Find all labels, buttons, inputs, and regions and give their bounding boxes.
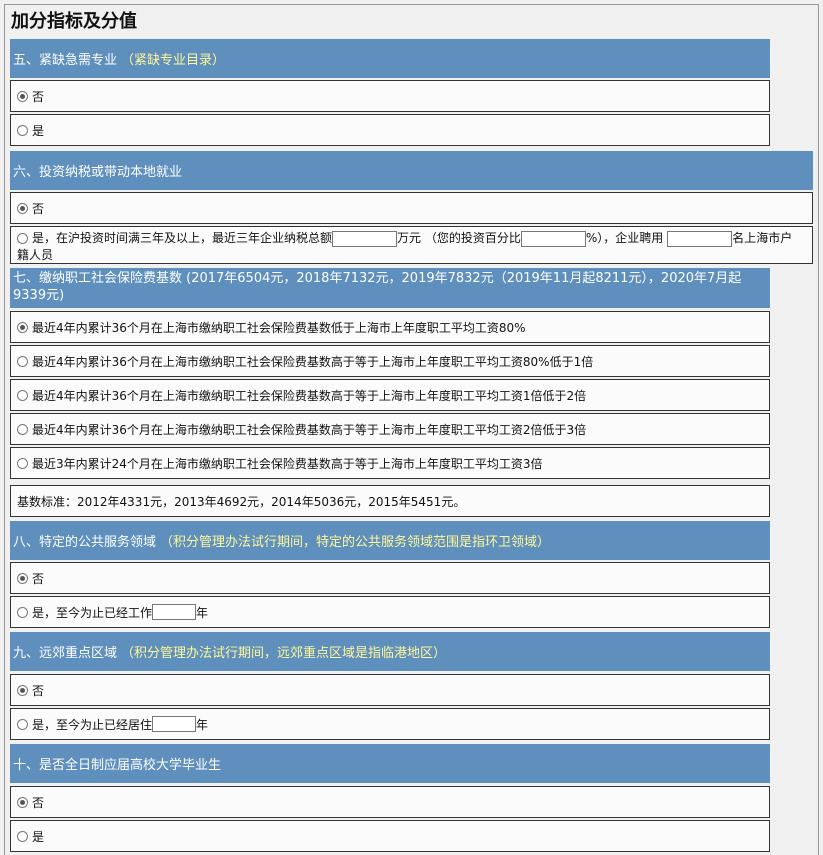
option-label: 最近4年内累计36个月在上海市缴纳职工社会保险费基数高于等于上海市上年度职工平均…	[32, 388, 587, 403]
radio-button[interactable]	[17, 389, 28, 401]
base-standard-note: 基数标准：2012年4331元，2013年4692元，2014年5036元，20…	[10, 485, 770, 517]
option-label: 最近4年内累计36个月在上海市缴纳职工社会保险费基数高于等于上海市上年度职工平均…	[32, 422, 587, 437]
section-header-10: 十、是否全日制应届高校大学毕业生	[10, 744, 770, 783]
option-label: 是，在沪投资时间满三年及以上，最近三年企业纳税总额	[32, 231, 333, 245]
radio-button[interactable]	[17, 124, 28, 136]
unit-label: 年	[196, 717, 209, 732]
section-header-5: 五、紧缺急需专业 （紧缺专业目录）	[10, 39, 770, 78]
radio-button-checked[interactable]	[17, 684, 28, 696]
option-row[interactable]: 最近3年内累计24个月在上海市缴纳职工社会保险费基数高于等于上海市上年度职工平均…	[10, 447, 770, 479]
option-row[interactable]: 最近4年内累计36个月在上海市缴纳职工社会保险费基数低于上海市上年度职工平均工资…	[10, 311, 770, 343]
option-row[interactable]: 是，至今为止已经居住 年	[10, 708, 770, 740]
radio-button-checked[interactable]	[17, 321, 28, 333]
option-label: 最近4年内累计36个月在上海市缴纳职工社会保险费基数低于上海市上年度职工平均工资…	[32, 320, 526, 335]
radio-button-checked[interactable]	[17, 202, 28, 214]
option-row[interactable]: 否	[10, 786, 770, 818]
section-title: 十、是否全日制应届高校大学毕业生	[13, 758, 222, 773]
employee-count-input[interactable]	[667, 230, 733, 247]
frame-border	[4, 4, 819, 5]
option-label: 籍人员	[17, 248, 54, 262]
radio-button[interactable]	[17, 718, 28, 730]
frame-border	[818, 4, 819, 855]
option-row[interactable]: 是，至今为止已经工作 年	[10, 596, 770, 628]
section-header-6: 六、投资纳税或带动本地就业	[10, 151, 813, 190]
section-header-7: 七、缴纳职工社会保险费基数 (2017年6504元，2018年7132元，201…	[10, 268, 770, 308]
option-row[interactable]: 否	[10, 562, 770, 594]
option-label: 最近4年内累计36个月在上海市缴纳职工社会保险费基数高于等于上海市上年度职工平均…	[32, 354, 594, 369]
tax-amount-input[interactable]	[332, 230, 398, 247]
option-label: 否	[32, 201, 45, 216]
section-title: 八、特定的公共服务领域	[13, 535, 157, 550]
radio-button[interactable]	[17, 355, 28, 367]
option-row[interactable]: 最近4年内累计36个月在上海市缴纳职工社会保险费基数高于等于上海市上年度职工平均…	[10, 345, 770, 377]
investment-percent-input[interactable]	[520, 230, 586, 247]
frame-border	[4, 4, 5, 855]
radio-button[interactable]	[17, 233, 28, 244]
work-years-input[interactable]	[152, 604, 197, 620]
option-label: 否	[32, 571, 45, 586]
radio-button[interactable]	[17, 830, 28, 842]
option-label: 是，至今为止已经居住	[32, 717, 153, 732]
section-note: （积分管理办法试行期间，特定的公共服务领域范围是指环卫领域）	[160, 535, 551, 550]
section-title: 六、投资纳税或带动本地就业	[13, 165, 183, 180]
option-label: 最近3年内累计24个月在上海市缴纳职工社会保险费基数高于等于上海市上年度职工平均…	[32, 456, 543, 471]
option-label: 万元 （您的投资百分比	[397, 231, 521, 245]
option-label: 是	[32, 829, 45, 844]
radio-button[interactable]	[17, 457, 28, 469]
radio-button-checked[interactable]	[17, 90, 28, 102]
section-note-link[interactable]: （紧缺专业目录）	[121, 49, 225, 68]
option-row[interactable]: 是	[10, 820, 770, 852]
radio-button-checked[interactable]	[17, 796, 28, 808]
option-row[interactable]: 最近4年内累计36个月在上海市缴纳职工社会保险费基数高于等于上海市上年度职工平均…	[10, 413, 770, 445]
page-title: 加分指标及分值	[11, 11, 137, 32]
option-label: 名上海市户	[732, 231, 793, 245]
option-row[interactable]: 否	[10, 192, 813, 224]
option-row[interactable]: 否	[10, 80, 770, 112]
radio-button[interactable]	[17, 606, 28, 618]
section-note: （积分管理办法试行期间，远郊重点区域是指临港地区）	[121, 646, 447, 661]
option-label: 否	[32, 795, 45, 810]
option-label: 否	[32, 89, 45, 104]
unit-label: 年	[196, 605, 209, 620]
option-row[interactable]: 最近4年内累计36个月在上海市缴纳职工社会保险费基数高于等于上海市上年度职工平均…	[10, 379, 770, 411]
section-title: 七、缴纳职工社会保险费基数 (2017年6504元，2018年7132元，201…	[13, 271, 742, 303]
section-header-9: 九、远郊重点区域 （积分管理办法试行期间，远郊重点区域是指临港地区）	[10, 632, 770, 671]
radio-button-checked[interactable]	[17, 572, 28, 584]
residence-years-input[interactable]	[152, 716, 197, 732]
option-label: 是	[32, 123, 45, 138]
option-label: %），企业聘用	[585, 231, 664, 245]
section-title: 五、紧缺急需专业	[13, 53, 118, 68]
section-header-8: 八、特定的公共服务领域 （积分管理办法试行期间，特定的公共服务领域范围是指环卫领域…	[10, 521, 770, 560]
option-label: 是，至今为止已经工作	[32, 605, 153, 620]
option-row[interactable]: 是	[10, 114, 770, 146]
option-label: 否	[32, 683, 45, 698]
section-title: 九、远郊重点区域	[13, 646, 118, 661]
radio-button[interactable]	[17, 423, 28, 435]
option-row[interactable]: 否	[10, 674, 770, 706]
note-text: 基数标准：2012年4331元，2013年4692元，2014年5036元，20…	[17, 494, 466, 509]
option-row[interactable]: 是，在沪投资时间满三年及以上，最近三年企业纳税总额 万元 （您的投资百分比 %）…	[10, 226, 813, 264]
